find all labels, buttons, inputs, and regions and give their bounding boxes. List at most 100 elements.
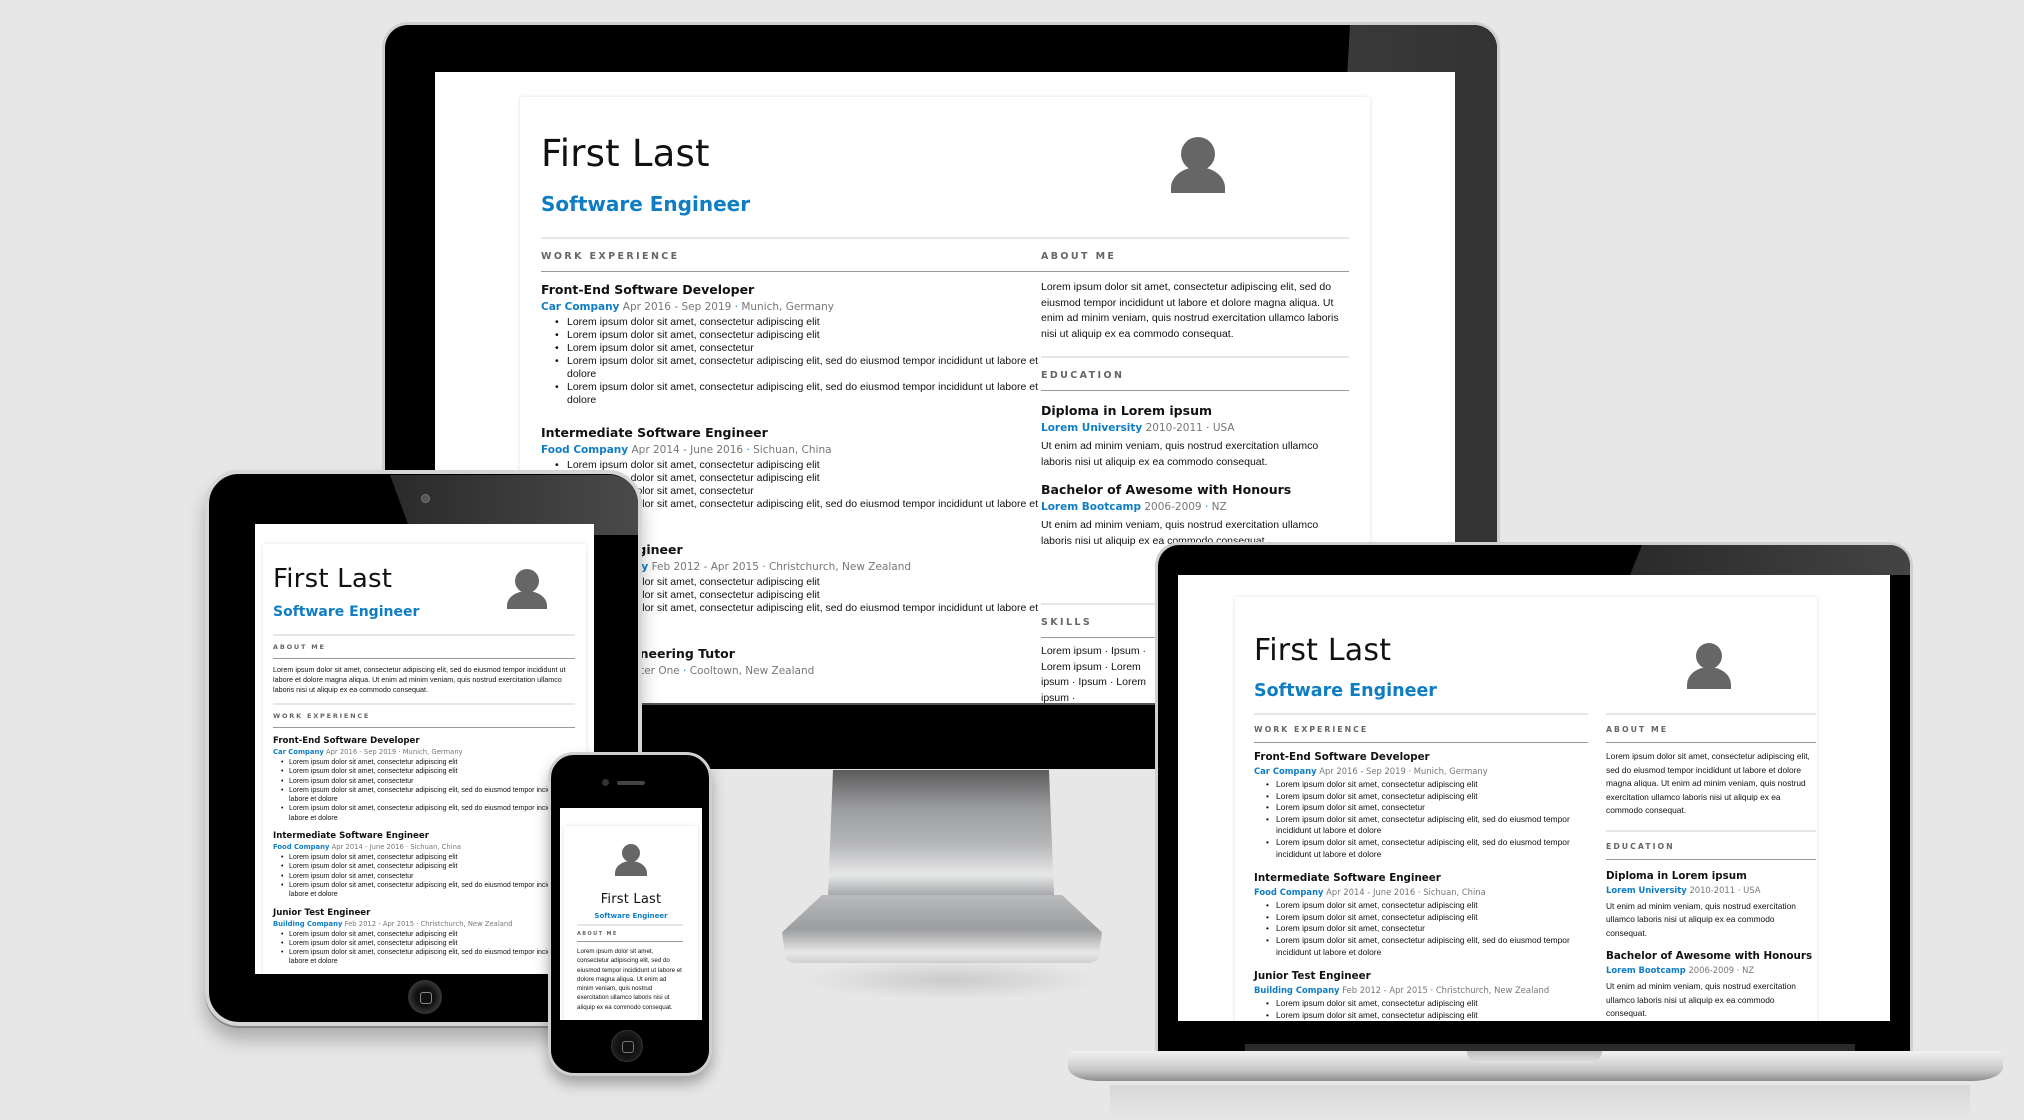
job-title: Intermediate Software Engineer: [541, 425, 768, 440]
bullet-item: Lorem ipsum dolor sit amet, consectetur …: [555, 459, 1058, 472]
education-list: Diploma in Lorem ipsum Lorem University 2…: [1606, 870, 1816, 1021]
meta-separator: ·: [1405, 766, 1414, 776]
education-entry: Bachelor of Awesome with Honours Lorem Bo…: [1041, 482, 1349, 549]
meta-separator: ·: [1202, 422, 1213, 434]
section-heading-about: About Me: [577, 924, 683, 942]
phone-camera-icon: [602, 779, 609, 786]
education-description: Ut enim ad minim veniam, quis nostrud ex…: [1606, 900, 1796, 938]
bullet-item: Lorem ipsum dolor sit amet, consectetur …: [1266, 900, 1588, 912]
job-bullets: Lorem ipsum dolor sit amet, consectetur …: [281, 930, 575, 967]
about-text: Lorem ipsum dolor sit amet, consectetur …: [273, 665, 566, 694]
job-title: Front-End Software Developer: [273, 736, 420, 746]
bullet-item: Lorem ipsum dolor sit amet, consectetur …: [281, 930, 575, 940]
education-meta: Lorem University 2010-2011 · USA: [1041, 422, 1349, 434]
job-title: Intermediate Software Engineer: [1254, 872, 1441, 885]
education-location: USA: [1743, 884, 1761, 895]
company-name: Food Company: [1254, 887, 1324, 898]
job-meta: Food Company Apr 2014 - June 2016 · Sich…: [1254, 887, 1588, 897]
bullet-item: Lorem ipsum dolor sit amet, consectetur: [1266, 923, 1588, 935]
degree-title: Diploma in Lorem ipsum: [1606, 869, 1747, 882]
company-name: Building Company: [273, 919, 343, 928]
laptop-screen: First Last Software Engineer Work Experi…: [1178, 575, 1890, 1021]
job-dates: Apr 2016 - Sep 2019: [622, 301, 732, 313]
job-dates: Feb 2012 - Apr 2015: [1342, 985, 1428, 996]
job-location: Christchurch, New Zealand: [1435, 985, 1550, 996]
bullet-item: Lorem ipsum dolor sit amet, consectetur …: [1266, 998, 1588, 1010]
bullet-item: Lorem ipsum dolor sit amet, consectetur …: [1266, 791, 1588, 803]
section-heading-about: About Me: [1606, 713, 1816, 743]
meta-separator: ·: [758, 561, 769, 573]
side-column: About Me Lorem ipsum dolor sit amet, con…: [1606, 713, 1816, 1021]
bullet-item: Lorem ipsum dolor sit amet, consectetur …: [555, 329, 1058, 342]
bullet-item: Lorem ipsum dolor sit amet, consectetur …: [281, 862, 575, 872]
school-name: Lorem Bootcamp: [1606, 965, 1686, 975]
bullet-item: Lorem ipsum dolor sit amet, consectetur …: [1266, 814, 1588, 837]
education-entry: Bachelor of Awesome with Honours Lorem Bo…: [1606, 950, 1816, 1021]
school-name: Lorem University: [1606, 884, 1687, 895]
job-entry: Junior Test Engineer Building Company Feb…: [1254, 970, 1588, 1021]
section-heading-work: Work Experience: [1254, 713, 1588, 743]
resume-name: First Last: [541, 132, 710, 175]
resume-name: First Last: [600, 892, 662, 907]
bullet-item: Lorem ipsum dolor sit amet, consectetur …: [281, 853, 575, 863]
education-meta: Lorem Bootcamp 2006-2009 · NZ: [1606, 965, 1816, 975]
section-heading-about: About Me: [273, 634, 575, 659]
meta-separator: ·: [1201, 501, 1212, 513]
bullet-item: Lorem ipsum dolor sit amet, consectetur …: [281, 881, 575, 900]
laptop-glare: [1630, 545, 1910, 575]
job-location: Sichuan, China: [753, 444, 832, 456]
job-location: Christchurch, New Zealand: [420, 919, 513, 928]
education-list: Diploma in Lorem ipsum Lorem University 2…: [1041, 403, 1349, 549]
bullet-item: Lorem ipsum dolor sit amet, consectetur …: [1266, 779, 1588, 791]
meta-separator: ·: [1427, 985, 1436, 996]
bullet-item: Lorem ipsum dolor sit amet, consectetur: [555, 342, 1058, 355]
company-name: Car Company: [541, 301, 620, 313]
section-heading-skills: Skills: [1041, 603, 1161, 638]
job-location: Munich, Germany: [1413, 766, 1488, 776]
education-meta: Lorem University 2010-2011 · USA: [1606, 885, 1816, 895]
job-bullets: Lorem ipsum dolor sit amet, consectetur …: [1266, 998, 1588, 1021]
jobs-list: Front-End Software Developer Car Company …: [1254, 751, 1588, 1021]
job-meta: Food Company Apr 2014 - June 2016 · Sich…: [541, 444, 1058, 456]
bullet-item: Lorem ipsum dolor sit amet, consectetur …: [555, 381, 1058, 407]
job-dates: Apr 2016 - Sep 2019: [325, 748, 397, 756]
company-name: Car Company: [1254, 766, 1317, 776]
jobs-list: Front-End Software Developer Car Company …: [273, 736, 575, 974]
degree-title: Diploma in Lorem ipsum: [1041, 403, 1212, 418]
company-name: Food Company: [273, 843, 330, 852]
section-heading-education: Education: [1606, 829, 1816, 860]
phone-speaker: [617, 781, 645, 785]
education-location: NZ: [1211, 501, 1227, 513]
avatar-icon: [505, 569, 549, 613]
phone-home-button[interactable]: [611, 1030, 643, 1062]
job-meta: Car Company Apr 2016 - Sep 2019 · Munich…: [1254, 766, 1588, 776]
education-meta: Lorem Bootcamp 2006-2009 · NZ: [1041, 501, 1349, 513]
job-dates: Apr 2014 - June 2016: [1326, 887, 1416, 898]
education-years: 2006-2009: [1144, 501, 1202, 513]
job-dates: Apr 2016 - Sep 2019: [1319, 766, 1406, 776]
bullet-item: Lorem ipsum dolor sit amet, consectetur …: [1266, 1010, 1588, 1021]
monitor-stand-foot: [782, 895, 1102, 963]
meta-separator: ·: [1735, 884, 1744, 895]
job-meta: Building Company Feb 2012 - Apr 2015 · C…: [1254, 985, 1588, 995]
meta-separator: ·: [1734, 965, 1743, 975]
job-bullets: Lorem ipsum dolor sit amet, consectetur …: [281, 758, 575, 823]
education-years: 2006-2009: [1688, 965, 1735, 975]
resume-name: First Last: [1254, 633, 1392, 668]
section-heading-work: Work Experience: [273, 703, 575, 728]
tablet-home-button[interactable]: [408, 980, 442, 1014]
job-dates: Feb 2012 - Apr 2015: [651, 561, 759, 573]
job-dates: Feb 2012 - Apr 2015: [344, 919, 415, 928]
resume-body: About Me Lorem ipsum dolor sit amet, con…: [577, 924, 683, 1012]
laptop-reflection: [1110, 1085, 1970, 1120]
about-text: Lorem ipsum dolor sit amet, consectetur …: [1606, 751, 1810, 815]
job-bullets: Lorem ipsum dolor sit amet, consectetur …: [281, 853, 575, 900]
meta-separator: ·: [679, 665, 690, 677]
education-location: USA: [1212, 422, 1235, 434]
degree-title: Bachelor of Awesome with Honours: [1606, 950, 1813, 962]
avatar-icon: [1167, 137, 1227, 197]
job-bullets: Lorem ipsum dolor sit amet, consectetur …: [1266, 779, 1588, 860]
job-entry: Front-End Software Developer Car Company …: [273, 736, 575, 823]
job-location: Munich, Germany: [402, 748, 463, 756]
bullet-item: Lorem ipsum dolor sit amet, consectetur: [281, 872, 575, 882]
